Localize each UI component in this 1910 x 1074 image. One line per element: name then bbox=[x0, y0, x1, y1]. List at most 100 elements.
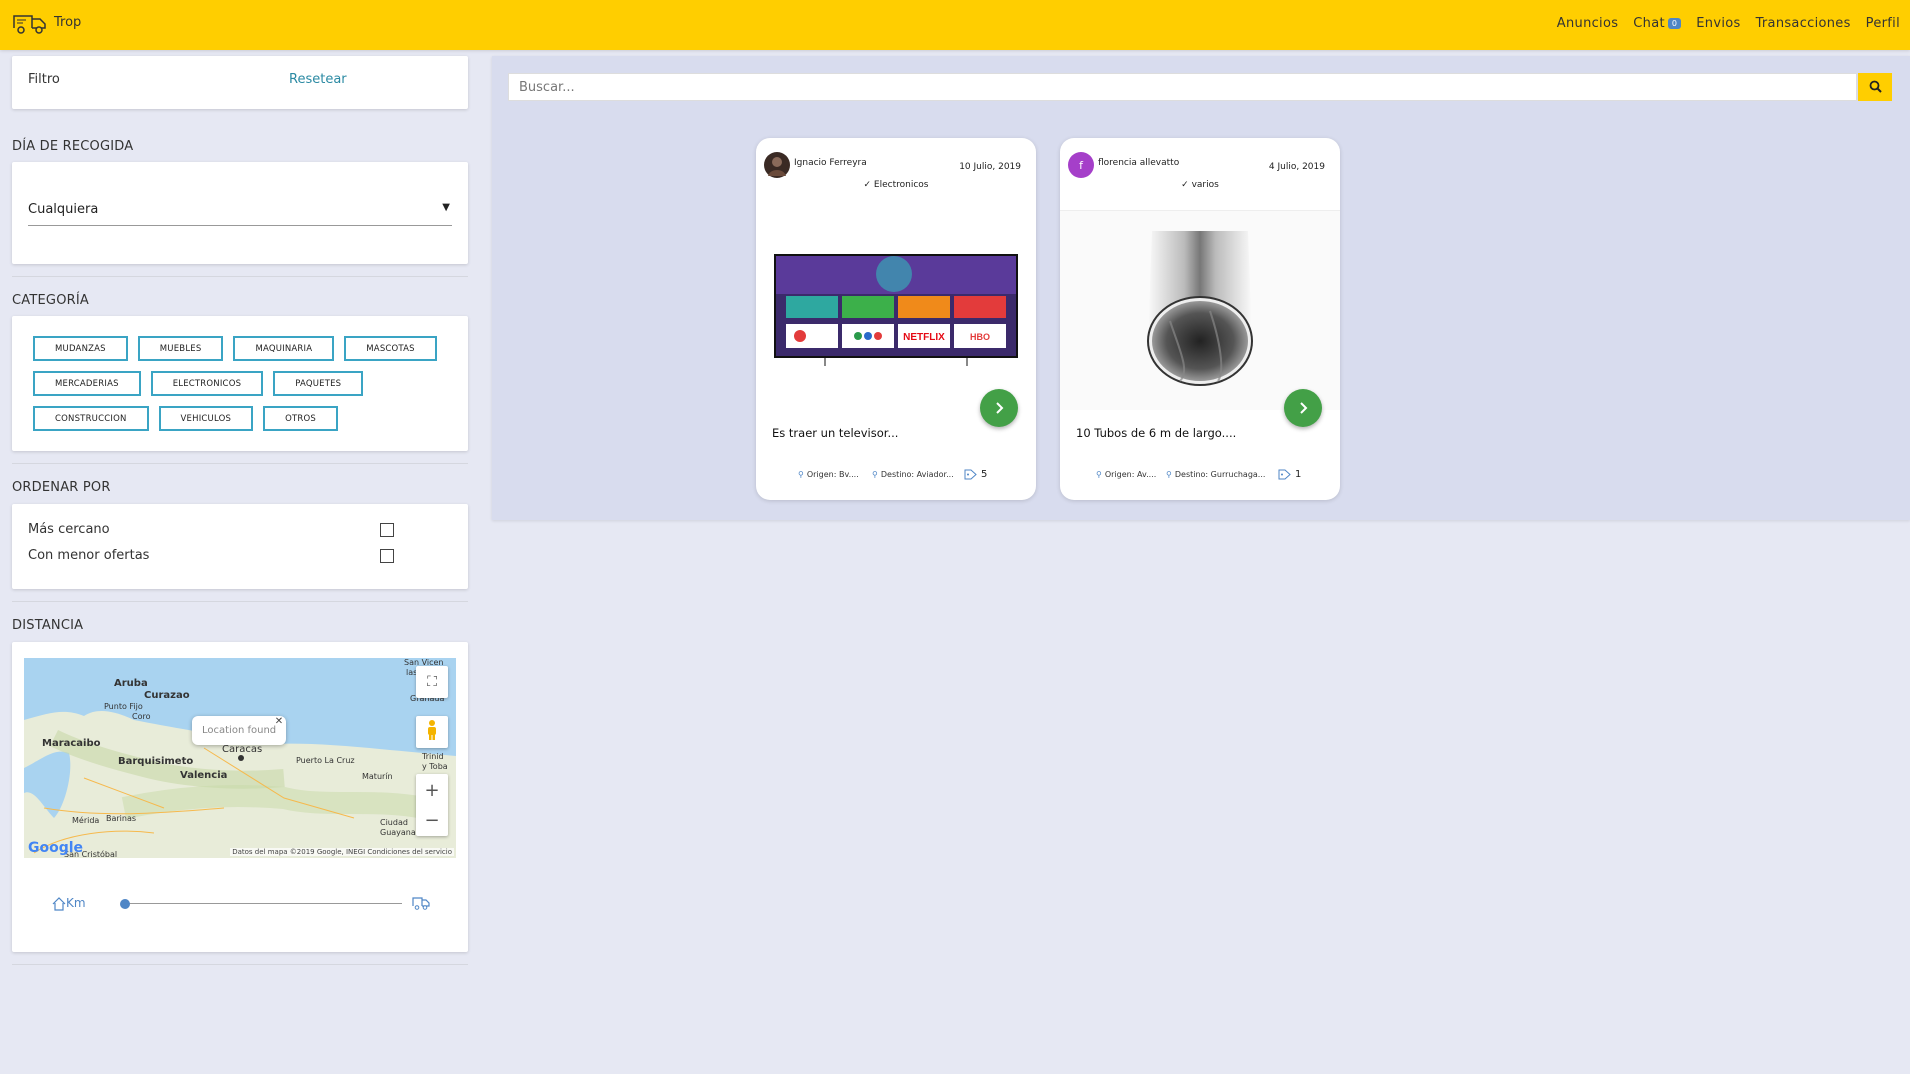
brand-name: Trop bbox=[54, 14, 82, 30]
map-place-maturin: Maturín bbox=[362, 772, 393, 781]
card-date: 4 Julio, 2019 bbox=[1268, 162, 1325, 172]
tag-icon bbox=[964, 469, 977, 480]
map-place-punto-fijo: Punto Fijo bbox=[104, 702, 143, 711]
card-title: 10 Tubos de 6 m de largo.... bbox=[1076, 426, 1237, 440]
listing-card[interactable]: f florencia allevatto 4 Julio, 2019 ✓ va… bbox=[1060, 138, 1340, 500]
pickup-day-heading: DÍA DE RECOGIDA bbox=[12, 139, 134, 154]
category-chip-otros[interactable]: OTROS bbox=[263, 406, 338, 431]
nav-envios[interactable]: Envios bbox=[1696, 16, 1740, 31]
nav-anuncios[interactable]: Anuncios bbox=[1557, 16, 1619, 31]
category-chip-electronicos[interactable]: ELECTRONICOS bbox=[150, 371, 264, 396]
category-chip-construccion[interactable]: CONSTRUCCION bbox=[33, 406, 149, 431]
card-category: ✓ Electronicos bbox=[756, 180, 1036, 190]
search-input[interactable] bbox=[508, 73, 1857, 101]
slider-track bbox=[124, 903, 402, 904]
reset-filters-link[interactable]: Resetear bbox=[289, 72, 347, 87]
fullscreen-icon: ⛶ bbox=[427, 674, 437, 690]
street-view-button[interactable] bbox=[416, 716, 448, 748]
category-row: MERCADERIAS ELECTRONICOS PAQUETES bbox=[33, 371, 468, 396]
search-button[interactable] bbox=[1858, 73, 1892, 101]
location-pin-icon: ⚲ bbox=[1166, 470, 1172, 479]
map-place-merida: Mérida bbox=[72, 816, 100, 825]
category-chip-paquetes[interactable]: PAQUETES bbox=[273, 371, 364, 396]
map-place-barquisimeto: Barquisimeto bbox=[118, 756, 194, 767]
check-icon: ✓ bbox=[1181, 180, 1189, 190]
order-fewest-offers-checkbox[interactable] bbox=[380, 549, 394, 563]
avatar-letter: f bbox=[1079, 158, 1083, 172]
category-chip-muebles[interactable]: MUEBLES bbox=[137, 336, 224, 361]
filter-header-panel: Filtro Resetear bbox=[12, 56, 468, 109]
order-by-panel: Más cercano Con menor ofertas bbox=[12, 504, 468, 589]
order-nearest-checkbox[interactable] bbox=[380, 523, 394, 537]
chevron-right-icon bbox=[996, 402, 1004, 414]
card-origin: ⚲ Origen: Av.... bbox=[1096, 470, 1156, 479]
chat-count-badge: 0 bbox=[1667, 18, 1682, 29]
pickup-day-select[interactable]: Cualquiera ▼ bbox=[28, 202, 452, 226]
zoom-controls: + − bbox=[416, 774, 448, 836]
map-place-ciudad-guayana: Ciudad Guayana bbox=[380, 818, 416, 837]
order-fewest-offers-label: Con menor ofertas bbox=[28, 548, 150, 563]
chevron-right-icon bbox=[1300, 402, 1308, 414]
listings-area: Ignacio Ferreyra 10 Julio, 2019 ✓ Electr… bbox=[492, 56, 1910, 520]
card-origin-text: Origen: Av.... bbox=[1104, 470, 1157, 479]
card-title: Es traer un televisor... bbox=[772, 426, 899, 440]
netflix-tile: NETFLIX bbox=[903, 332, 945, 343]
map-place-coro: Coro bbox=[132, 712, 151, 721]
avatar bbox=[764, 152, 790, 178]
filter-title: Filtro bbox=[28, 72, 60, 87]
brand[interactable]: Trop bbox=[12, 10, 81, 40]
card-origin: ⚲ Origen: Bv.... bbox=[798, 470, 859, 479]
card-origin-text: Origen: Bv.... bbox=[806, 470, 859, 479]
category-chip-mercaderias[interactable]: MERCADERIAS bbox=[33, 371, 141, 396]
map-place-barinas: Barinas bbox=[106, 814, 137, 823]
map[interactable]: Aruba Curazao Punto Fijo Coro Maracaibo … bbox=[24, 658, 456, 858]
map-place-maracaibo: Maracaibo bbox=[42, 738, 101, 749]
distance-slider[interactable]: Km bbox=[52, 894, 432, 914]
close-icon[interactable]: ✕ bbox=[275, 716, 283, 727]
card-destination-text: Destino: Aviador... bbox=[880, 470, 954, 479]
slider-handle[interactable] bbox=[120, 899, 130, 909]
map-place-aruba: Aruba bbox=[114, 678, 148, 689]
dropdown-caret-icon: ▼ bbox=[442, 202, 450, 213]
card-offers-count: 5 bbox=[981, 469, 988, 480]
location-found-text: Location found bbox=[202, 725, 277, 736]
card-image-tube bbox=[1060, 210, 1340, 410]
card-destination-text: Destino: Gurruchaga... bbox=[1174, 470, 1266, 479]
card-user-name: Ignacio Ferreyra bbox=[794, 158, 867, 168]
card-offers: 5 bbox=[964, 469, 987, 480]
listing-card[interactable]: Ignacio Ferreyra 10 Julio, 2019 ✓ Electr… bbox=[756, 138, 1036, 500]
nav-chat-label: Chat bbox=[1633, 16, 1665, 31]
map-place-trinidad: Trinid bbox=[422, 752, 444, 761]
order-by-heading: ORDENAR POR bbox=[12, 480, 111, 495]
card-open-button[interactable] bbox=[1284, 389, 1322, 427]
fullscreen-button[interactable]: ⛶ bbox=[416, 666, 448, 698]
google-logo: Google bbox=[28, 840, 84, 856]
zoom-out-button[interactable]: − bbox=[424, 805, 439, 835]
card-user-name: florencia allevatto bbox=[1098, 158, 1180, 168]
location-pin-icon: ⚲ bbox=[798, 470, 804, 479]
zoom-in-button[interactable]: + bbox=[424, 775, 439, 805]
category-chip-maquinaria[interactable]: MAQUINARIA bbox=[233, 336, 335, 361]
card-image-tv: NETFLIX HBO bbox=[756, 210, 1036, 410]
nav-transacciones[interactable]: Transacciones bbox=[1756, 16, 1851, 31]
card-offers-count: 1 bbox=[1295, 469, 1302, 480]
map-place-curazao: Curazao bbox=[144, 690, 190, 701]
map-credits: Datos del mapa ©2019 Google, INEGI Condi… bbox=[230, 848, 454, 856]
map-place-puerto-la-cruz: Puerto La Cruz bbox=[296, 756, 355, 765]
nav-perfil[interactable]: Perfil bbox=[1866, 16, 1900, 31]
truck-logo-icon bbox=[12, 10, 48, 40]
card-offers: 1 bbox=[1278, 469, 1301, 480]
nav-chat[interactable]: Chat 0 bbox=[1633, 16, 1682, 31]
nav-links: Anuncios Chat 0 Envios Transacciones Perf… bbox=[1557, 16, 1900, 31]
category-chip-vehiculos[interactable]: VEHICULOS bbox=[158, 406, 254, 431]
search-icon bbox=[1869, 78, 1882, 97]
category-panel: MUDANZAS MUEBLES MAQUINARIA MASCOTAS MER… bbox=[12, 316, 468, 451]
category-chip-mascotas[interactable]: MASCOTAS bbox=[344, 336, 437, 361]
card-destination: ⚲ Destino: Gurruchaga... bbox=[1166, 470, 1265, 479]
category-row: CONSTRUCCION VEHICULOS OTROS bbox=[33, 406, 468, 431]
card-open-button[interactable] bbox=[980, 389, 1018, 427]
card-date: 10 Julio, 2019 bbox=[959, 162, 1021, 172]
distance-heading: DISTANCIA bbox=[12, 618, 84, 633]
map-place-caracas: Caracas bbox=[222, 744, 263, 755]
category-chip-mudanzas[interactable]: MUDANZAS bbox=[33, 336, 128, 361]
